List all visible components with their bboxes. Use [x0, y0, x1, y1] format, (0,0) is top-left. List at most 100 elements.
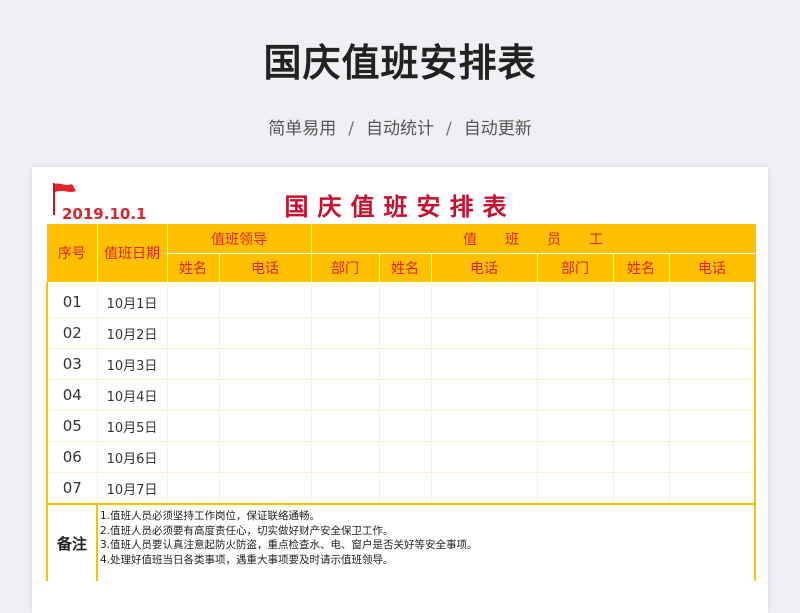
empty-cell[interactable] — [167, 379, 220, 411]
empty-cell[interactable] — [613, 317, 670, 349]
table-row: 05 10月5日 — [46, 410, 756, 442]
empty-cell[interactable] — [219, 348, 312, 380]
row-date: 10月6日 — [97, 441, 168, 473]
table-row: 06 10月6日 — [46, 441, 756, 473]
col-date: 值班日期 — [97, 224, 168, 283]
empty-cell[interactable] — [219, 379, 312, 411]
empty-cell[interactable] — [167, 472, 220, 505]
col-leader-name: 姓名 — [167, 253, 220, 283]
row-number: 01 — [46, 287, 98, 318]
row-number: 04 — [46, 379, 98, 411]
empty-cell[interactable] — [613, 441, 670, 473]
row-date: 10月5日 — [97, 410, 168, 442]
empty-cell[interactable] — [669, 472, 756, 505]
empty-cell[interactable] — [219, 472, 312, 505]
empty-cell[interactable] — [431, 410, 538, 442]
row-date: 10月4日 — [97, 379, 168, 411]
sheet-card: 2019.10.1 国庆值班安排表 序号 值班日期 值班领导 值 班 员 工 姓… — [32, 167, 768, 613]
row-number: 07 — [46, 472, 98, 505]
empty-cell[interactable] — [167, 410, 220, 442]
empty-cell[interactable] — [431, 287, 538, 318]
header-row-top: 序号 值班日期 值班领导 值 班 员 工 — [47, 224, 756, 283]
empty-cell[interactable] — [167, 441, 220, 473]
col-staff-group: 值 班 员 工 — [311, 224, 756, 254]
row-number: 02 — [46, 317, 98, 349]
note-line: 3.值班人员要认真注意起防火防盗，重点检查水、电、窗户是否关好等安全事项。 — [100, 539, 478, 551]
empty-cell[interactable] — [669, 410, 756, 442]
empty-cell[interactable] — [311, 472, 380, 505]
hero-subtitle: 简单易用 / 自动统计 / 自动更新 — [0, 114, 800, 139]
table-row: 02 10月2日 — [46, 317, 756, 349]
row-number: 05 — [46, 410, 98, 442]
empty-cell[interactable] — [431, 379, 538, 411]
row-number: 03 — [46, 348, 98, 380]
empty-cell[interactable] — [379, 410, 432, 442]
empty-cell[interactable] — [537, 410, 614, 442]
row-date: 10月7日 — [97, 472, 168, 505]
empty-cell[interactable] — [311, 317, 380, 349]
empty-cell[interactable] — [167, 348, 220, 380]
empty-cell[interactable] — [669, 441, 756, 473]
empty-cell[interactable] — [537, 472, 614, 505]
table-row: 03 10月3日 — [46, 348, 756, 380]
col-dept-2: 部门 — [537, 253, 614, 283]
col-seq: 序号 — [47, 224, 98, 283]
subtitle-part: 简单易用 — [268, 119, 337, 139]
empty-cell[interactable] — [537, 348, 614, 380]
row-date: 10月2日 — [97, 317, 168, 349]
empty-cell[interactable] — [431, 348, 538, 380]
subtitle-part: 自动更新 — [463, 119, 532, 139]
empty-cell[interactable] — [379, 287, 432, 318]
subtitle-part: 自动统计 — [366, 119, 434, 139]
note-line: 4.处理好值班当日各类事项，遇重大事项要及时请示值班领导。 — [100, 553, 394, 566]
empty-cell[interactable] — [379, 472, 432, 505]
notes-row: 备注 1.值班人员必须坚持工作岗位，保证联络通畅。 2.值班人员必须要有高度责任… — [46, 503, 756, 581]
empty-cell[interactable] — [219, 287, 312, 318]
empty-cell[interactable] — [537, 441, 614, 473]
empty-cell[interactable] — [669, 317, 756, 349]
note-line: 2.值班人员必须要有高度责任心，切实做好财产安全保卫工作。 — [100, 524, 394, 537]
empty-cell[interactable] — [379, 441, 432, 473]
empty-cell[interactable] — [613, 379, 670, 411]
empty-cell[interactable] — [379, 317, 432, 349]
table-body: 01 10月1日 02 10月2日 03 10月3日 04 10月4日 05 10月5日 06 10月… — [46, 287, 756, 505]
empty-cell[interactable] — [311, 379, 380, 411]
row-number: 06 — [46, 441, 98, 473]
notes-body: 1.值班人员必须坚持工作岗位，保证联络通畅。 2.值班人员必须要有高度责任心，切… — [96, 503, 756, 581]
empty-cell[interactable] — [431, 472, 538, 505]
col-name-2: 姓名 — [613, 253, 670, 283]
empty-cell[interactable] — [219, 317, 312, 349]
notes-label: 备注 — [46, 503, 98, 581]
empty-cell[interactable] — [613, 472, 670, 505]
empty-cell[interactable] — [613, 410, 670, 442]
empty-cell[interactable] — [379, 348, 432, 380]
empty-cell[interactable] — [537, 317, 614, 349]
empty-cell[interactable] — [219, 410, 312, 442]
empty-cell[interactable] — [669, 379, 756, 411]
empty-cell[interactable] — [167, 287, 220, 318]
empty-cell[interactable] — [311, 410, 380, 442]
empty-cell[interactable] — [431, 317, 538, 349]
hero-title: 国庆值班安排表 — [263, 41, 537, 85]
subtitle-separator: / — [348, 119, 354, 139]
col-leader-group: 值班领导 — [167, 224, 312, 254]
empty-cell[interactable] — [379, 379, 432, 411]
empty-cell[interactable] — [311, 287, 380, 318]
empty-cell[interactable] — [537, 379, 614, 411]
duty-table: 序号 值班日期 值班领导 值 班 员 工 姓名 电话 部门 姓名 电话 部门 姓… — [46, 224, 756, 581]
empty-cell[interactable] — [431, 441, 538, 473]
col-phone-1: 电话 — [431, 253, 538, 283]
sheet-title: 国庆值班安排表 — [284, 192, 516, 221]
empty-cell[interactable] — [311, 441, 380, 473]
col-leader-phone: 电话 — [219, 253, 312, 283]
row-date: 10月1日 — [97, 287, 168, 318]
empty-cell[interactable] — [613, 287, 670, 318]
empty-cell[interactable] — [613, 348, 670, 380]
subtitle-separator: / — [446, 119, 452, 139]
empty-cell[interactable] — [669, 348, 756, 380]
empty-cell[interactable] — [311, 348, 380, 380]
empty-cell[interactable] — [669, 287, 756, 318]
empty-cell[interactable] — [167, 317, 220, 349]
empty-cell[interactable] — [537, 287, 614, 318]
empty-cell[interactable] — [219, 441, 312, 473]
